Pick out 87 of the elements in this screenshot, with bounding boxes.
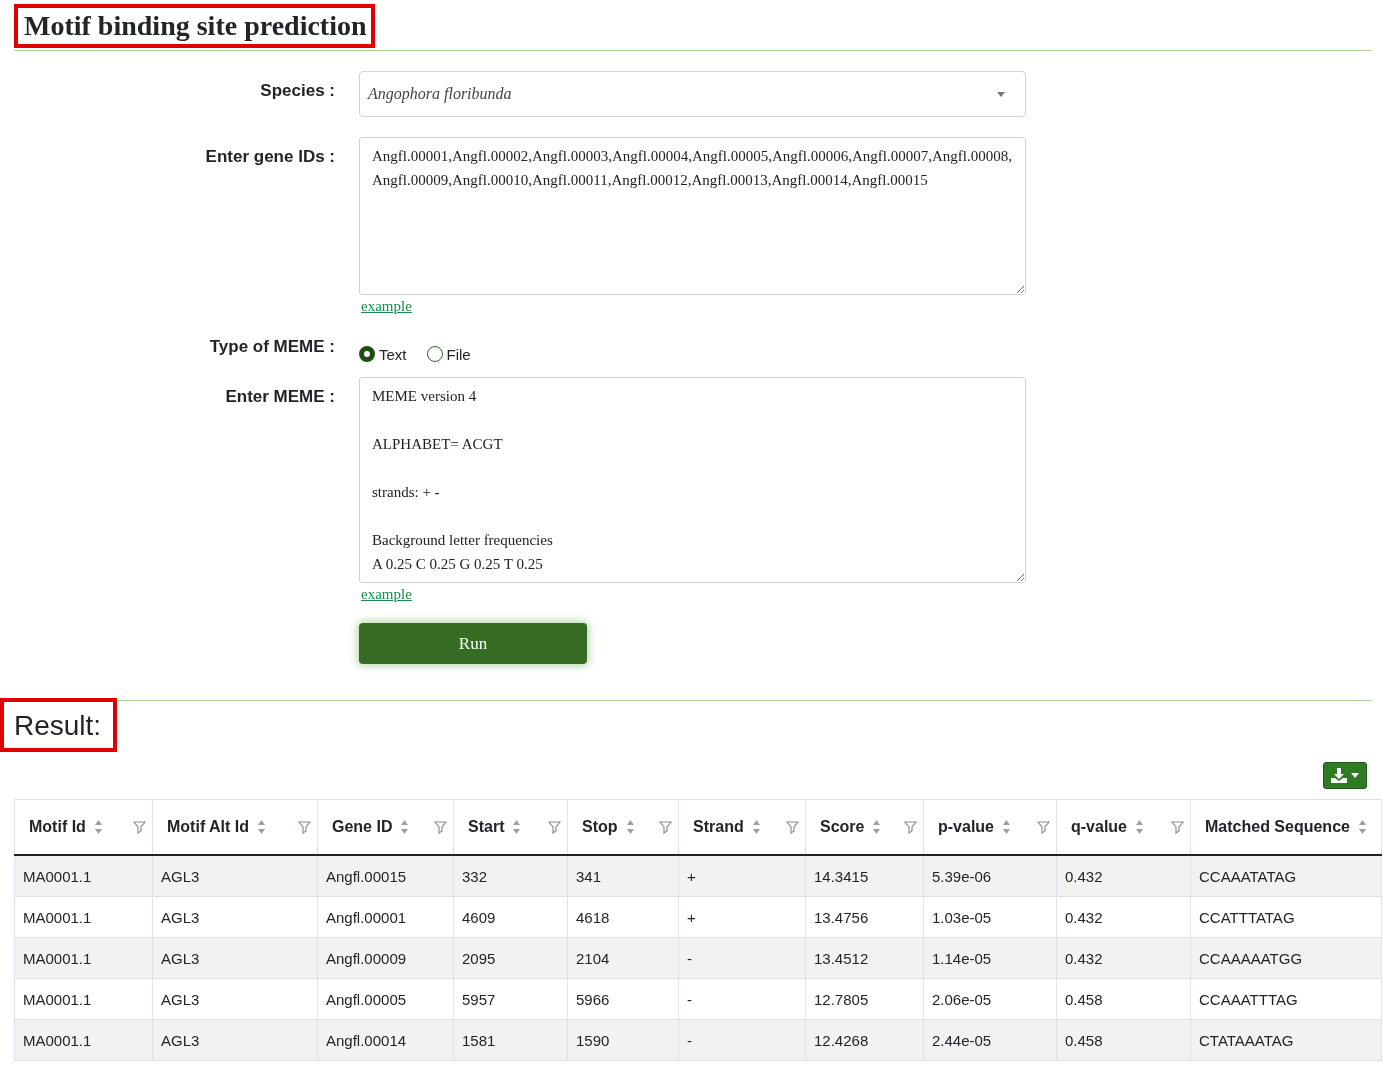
- filter-icon[interactable]: [133, 820, 146, 834]
- meme-type-radio[interactable]: Text: [359, 345, 407, 363]
- example-link[interactable]: example: [361, 586, 412, 603]
- table-cell: 341: [567, 855, 679, 897]
- table-cell: Angfl.00009: [317, 937, 454, 979]
- filter-icon[interactable]: [786, 820, 799, 834]
- sort-icon[interactable]: [1002, 818, 1011, 836]
- table-cell: MA0001.1: [14, 1019, 153, 1061]
- page-title: Motif binding site prediction: [14, 4, 375, 48]
- table-cell: 0.458: [1056, 1019, 1191, 1061]
- download-icon: [1331, 768, 1347, 783]
- filter-icon[interactable]: [548, 820, 561, 834]
- table-cell: 2095: [453, 937, 568, 979]
- table-cell: 2104: [567, 937, 679, 979]
- table-cell: 2.44e-05: [923, 1019, 1057, 1061]
- table-cell: 5966: [567, 978, 679, 1020]
- table-cell: MA0001.1: [14, 978, 153, 1020]
- meme-field[interactable]: MEME version 4 ALPHABET= ACGT strands: + - Background letter frequencies A 0.25 C 0.25 G 0.25 T 0.25: [359, 377, 1026, 583]
- table-cell: -: [678, 978, 806, 1020]
- table-cell: 0.432: [1056, 937, 1191, 979]
- filter-icon[interactable]: [1037, 820, 1050, 834]
- table-cell: CTATAAATAG: [1190, 1019, 1382, 1061]
- field-label: Enter gene IDs :: [204, 146, 335, 168]
- table-cell: 1.14e-05: [923, 937, 1057, 979]
- table-cell: AGL3: [152, 937, 318, 979]
- table-cell: +: [678, 896, 806, 938]
- caret-icon: [1351, 773, 1359, 778]
- table-cell: CCAAATATAG: [1190, 855, 1382, 897]
- filter-icon[interactable]: [434, 820, 447, 834]
- table-cell: 0.432: [1056, 855, 1191, 897]
- sort-icon[interactable]: [1357, 818, 1367, 836]
- table-cell: MA0001.1: [14, 855, 153, 897]
- table-cell: 4609: [453, 896, 568, 938]
- table-cell: 12.7805: [805, 978, 924, 1020]
- species-select[interactable]: Angophora floribunda: [359, 71, 1026, 117]
- table-cell: AGL3: [152, 855, 318, 897]
- sort-icon[interactable]: [751, 818, 761, 836]
- sort-icon[interactable]: [400, 818, 410, 836]
- table-cell: Angfl.00014: [317, 1019, 454, 1061]
- table-cell: +: [678, 855, 806, 897]
- table-cell: 5957: [453, 978, 568, 1020]
- field-label: Species :: [259, 80, 335, 102]
- sort-icon[interactable]: [1135, 818, 1144, 836]
- table-cell: 0.458: [1056, 978, 1191, 1020]
- table-cell: CCAAATTTAG: [1190, 978, 1382, 1020]
- table-cell: AGL3: [152, 896, 318, 938]
- table-cell: MA0001.1: [14, 896, 153, 938]
- table-cell: CCATTTATAG: [1190, 896, 1382, 938]
- filter-icon[interactable]: [659, 820, 672, 834]
- table-cell: Angfl.00005: [317, 978, 454, 1020]
- sort-icon[interactable]: [872, 818, 882, 836]
- filter-icon[interactable]: [298, 820, 311, 834]
- table-cell: 13.4756: [805, 896, 924, 938]
- table-cell: CCAAAAATGG: [1190, 937, 1382, 979]
- meme-type-radio[interactable]: File: [426, 345, 471, 363]
- filter-icon[interactable]: [904, 820, 917, 834]
- download-button[interactable]: [1323, 762, 1367, 789]
- filter-icon[interactable]: [1171, 820, 1184, 834]
- field-label: Enter MEME :: [224, 386, 335, 408]
- caret-icon: [997, 91, 1005, 97]
- table-cell: AGL3: [152, 978, 318, 1020]
- table-cell: -: [678, 1019, 806, 1061]
- table-cell: 1581: [453, 1019, 568, 1061]
- table-cell: 332: [453, 855, 568, 897]
- example-link[interactable]: example: [361, 298, 412, 315]
- sort-icon[interactable]: [257, 818, 267, 836]
- field-label: Type of MEME :: [208, 336, 335, 358]
- table-cell: 13.4512: [805, 937, 924, 979]
- table-cell: 14.3415: [805, 855, 924, 897]
- table-cell: 4618: [567, 896, 679, 938]
- sort-icon[interactable]: [512, 818, 522, 836]
- table-cell: 5.39e-06: [923, 855, 1057, 897]
- table-cell: AGL3: [152, 1019, 318, 1061]
- table-cell: -: [678, 937, 806, 979]
- sort-icon[interactable]: [625, 818, 635, 836]
- table-cell: Angfl.00015: [317, 855, 454, 897]
- table-cell: 2.06e-05: [923, 978, 1057, 1020]
- table-cell: 1590: [567, 1019, 679, 1061]
- run-button[interactable]: Run: [359, 623, 587, 664]
- result-heading: Result:: [0, 698, 118, 752]
- table-cell: 0.432: [1056, 896, 1191, 938]
- table-cell: MA0001.1: [14, 937, 153, 979]
- table-cell: 12.4268: [805, 1019, 924, 1061]
- gene-ids-field[interactable]: Angfl.00001,Angfl.00002,Angfl.00003,Angfl.00004,Angfl.00005,Angfl.00006,Angfl.00007,Angfl.00008,Angfl.00009,Angfl.00010,Angfl.00011,Angfl.00012,Angfl.00013,Angfl.00014,Angfl.00015: [359, 137, 1026, 295]
- sort-icon[interactable]: [93, 818, 103, 836]
- table-cell: Angfl.00001: [317, 896, 454, 938]
- table-cell: 1.03e-05: [923, 896, 1057, 938]
